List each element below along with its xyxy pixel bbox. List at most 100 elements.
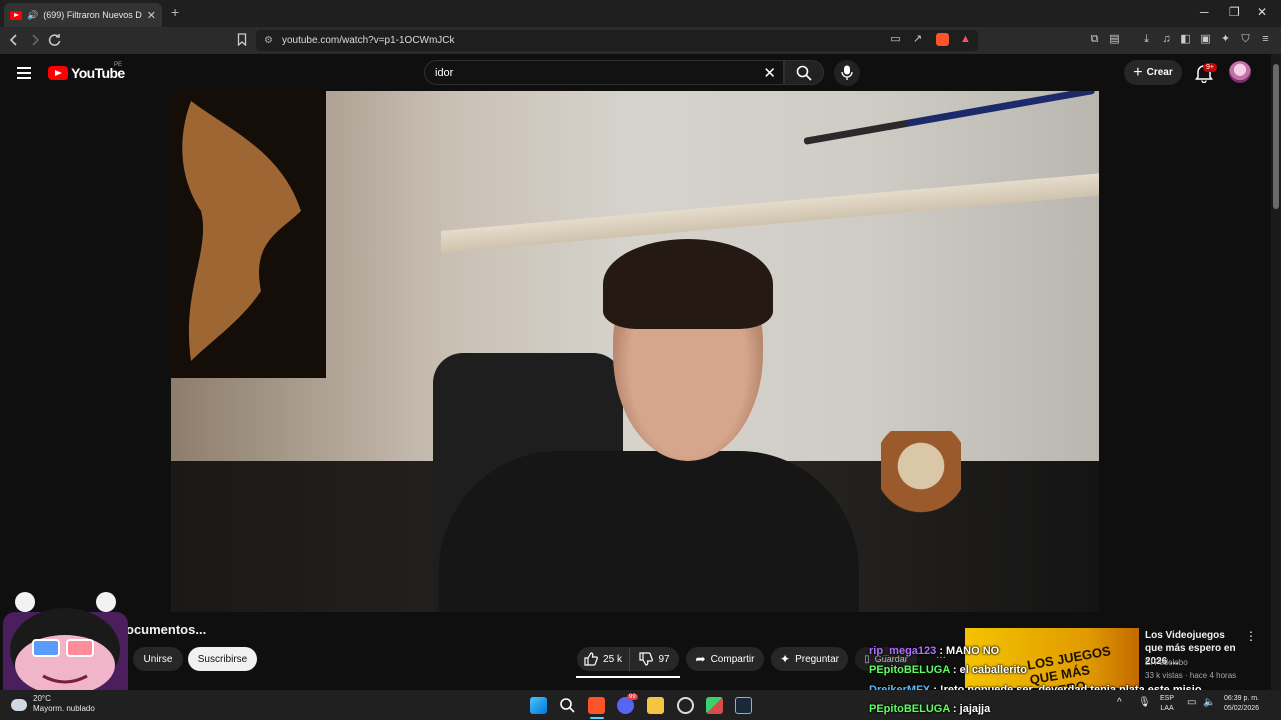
account-avatar[interactable] [1229, 61, 1251, 83]
page-scrollbar[interactable] [1271, 54, 1281, 690]
windows-taskbar: 20°C Mayorm. nublado 99 ^ 🎙 ESP LAA ▭ 🔈 … [0, 690, 1281, 720]
back-arrow-icon[interactable] [9, 34, 19, 46]
search-icon [796, 65, 812, 81]
youtube-play-logo-icon [48, 66, 68, 80]
chat-text: el caballerito [959, 664, 1027, 676]
youtube-favicon-icon [10, 10, 22, 20]
minimize-button[interactable]: ─ [1200, 5, 1209, 19]
windows-start-icon[interactable] [530, 697, 547, 714]
brave-rewards-icon[interactable]: ▲ [959, 33, 972, 46]
network-icon[interactable]: ▭ [1187, 698, 1196, 708]
bookmark-icon[interactable] [237, 33, 247, 46]
video-frame-person-hair [603, 239, 773, 329]
search-button[interactable] [784, 60, 824, 85]
active-app-indicator [590, 717, 604, 719]
browser-tab-bar: 🔊 (699) Filtraron Nuevos Documentos... ✕… [0, 0, 1281, 27]
clock-time: 06:39 p. m. [1224, 695, 1260, 702]
address-bar[interactable]: ⚙ youtube.com/watch?v=p1-1OCWmJCk [256, 30, 978, 51]
cloud-weather-icon[interactable] [11, 699, 27, 711]
obs-studio-icon[interactable] [677, 697, 694, 714]
create-button[interactable]: + Crear [1124, 60, 1182, 85]
extensions-icon[interactable]: ⧉ [1088, 33, 1101, 46]
brave-shields-icon[interactable] [936, 33, 949, 46]
scrollbar-thumb[interactable] [1273, 64, 1279, 209]
recommended-channel[interactable]: El Fedelobo [1145, 658, 1188, 667]
browser-toolbar: ⚙ youtube.com/watch?v=p1-1OCWmJCk ▭ ↗ ▲ … [0, 27, 1281, 54]
clear-search-icon[interactable]: ✕ [763, 64, 776, 82]
tab-close-icon[interactable]: ✕ [147, 9, 156, 22]
chat-text: MANO NO [946, 645, 1000, 657]
like-ratio-bar [576, 676, 680, 678]
video-frame-painting [171, 91, 326, 378]
volume-icon[interactable]: 🔈 [1203, 698, 1215, 708]
chat-message: rip_mega123 : MANO NO [869, 645, 1000, 657]
site-settings-icon[interactable]: ⚙ [264, 35, 273, 46]
discord-badge: 99 [627, 694, 638, 700]
url-text: youtube.com/watch?v=p1-1OCWmJCk [281, 35, 455, 46]
youtube-header: YouTube PE idor ✕ + Crear 9+ [0, 54, 1281, 91]
share-button[interactable]: ➦ Compartir [686, 647, 764, 671]
weather-description[interactable]: Mayorm. nublado [33, 704, 95, 713]
create-label: Crear [1146, 67, 1173, 78]
video-frame-person-body [439, 451, 859, 612]
join-button[interactable]: Unirse [133, 647, 183, 671]
reload-icon[interactable] [48, 33, 61, 46]
like-count: 25 k [603, 653, 622, 665]
recommended-thumbnail[interactable]: LOS JUEGOS QUE MÁS ESPERO [965, 628, 1139, 688]
speaker-icon[interactable]: 🔊 [27, 10, 38, 21]
sparkle-icon: ✦ [780, 652, 791, 666]
chat-username: PEpitoBELUGA [869, 703, 950, 715]
youtube-logo[interactable]: YouTube PE [48, 62, 125, 81]
search-query: idor [435, 66, 454, 79]
chat-username: PEpitoBELUGA [869, 664, 950, 676]
brave-browser-icon[interactable] [588, 697, 605, 714]
menu-icon[interactable]: ≡ [1259, 33, 1272, 46]
thumbs-down-icon [639, 652, 654, 666]
microphone-icon [841, 65, 853, 80]
taskbar-search-icon[interactable] [559, 697, 576, 714]
region-code: PE [114, 62, 123, 68]
maximize-button[interactable]: ❐ [1229, 5, 1240, 19]
dislike-button[interactable]: 97 [629, 647, 679, 671]
keyboard-layout: LAA [1160, 705, 1174, 712]
media-icon[interactable]: ♫ [1160, 33, 1173, 46]
clock-date: 05/02/2026 [1224, 705, 1260, 712]
emote-sticker-overlay [3, 592, 128, 700]
vpn-shield-icon[interactable]: ⛉ [1239, 33, 1252, 46]
reader-icon[interactable]: ▤ [1108, 33, 1121, 46]
browser-tab-active[interactable]: 🔊 (699) Filtraron Nuevos Documentos... ✕ [4, 3, 162, 27]
share-label: Compartir [710, 653, 755, 665]
weather-temp[interactable]: 20°C [33, 694, 51, 703]
app-grid-icon[interactable] [706, 697, 723, 714]
file-explorer-icon[interactable] [647, 697, 664, 714]
voice-search-button[interactable] [834, 60, 860, 86]
kebab-menu-icon[interactable]: ⋮ [1245, 629, 1257, 643]
video-player[interactable] [171, 91, 1099, 612]
chat-username: rip_mega123 [869, 645, 937, 657]
wallet-icon[interactable]: ▣ [1199, 33, 1212, 46]
share-page-icon[interactable]: ↗ [911, 33, 924, 46]
subscribe-label: Suscribirse [197, 653, 248, 665]
join-label: Unirse [143, 653, 173, 665]
leo-ai-icon[interactable]: ✦ [1219, 33, 1232, 46]
language-indicator[interactable]: ESP LAA [1160, 694, 1174, 714]
clock[interactable]: 06:39 p. m. 05/02/2026 [1224, 694, 1259, 714]
cast-icon[interactable]: ▭ [889, 33, 902, 46]
forward-arrow-icon[interactable] [30, 34, 40, 46]
tray-mic-icon[interactable]: 🎙 [1138, 698, 1151, 708]
tray-overflow-icon[interactable]: ^ [1117, 698, 1122, 708]
thumbnail-text: LOS JUEGOS QUE MÁS ESPERO [1025, 643, 1112, 688]
search-input[interactable]: idor ✕ [424, 60, 784, 85]
video-frame-plush-toy [881, 431, 961, 531]
like-button[interactable]: 25 k [577, 647, 629, 671]
sidebar-icon[interactable]: ◧ [1179, 33, 1192, 46]
subscribe-button[interactable]: Suscribirse [188, 647, 257, 671]
ask-button[interactable]: ✦ Preguntar [771, 647, 848, 671]
steam-icon[interactable] [735, 697, 752, 714]
recommended-meta: 33 k vistas · hace 4 horas [1145, 671, 1237, 680]
guide-menu-icon[interactable] [17, 67, 31, 82]
downloads-icon[interactable]: ⤓ [1140, 33, 1153, 46]
close-window-button[interactable]: ✕ [1257, 5, 1267, 19]
ask-label: Preguntar [795, 653, 839, 665]
new-tab-button[interactable]: + [171, 4, 179, 20]
